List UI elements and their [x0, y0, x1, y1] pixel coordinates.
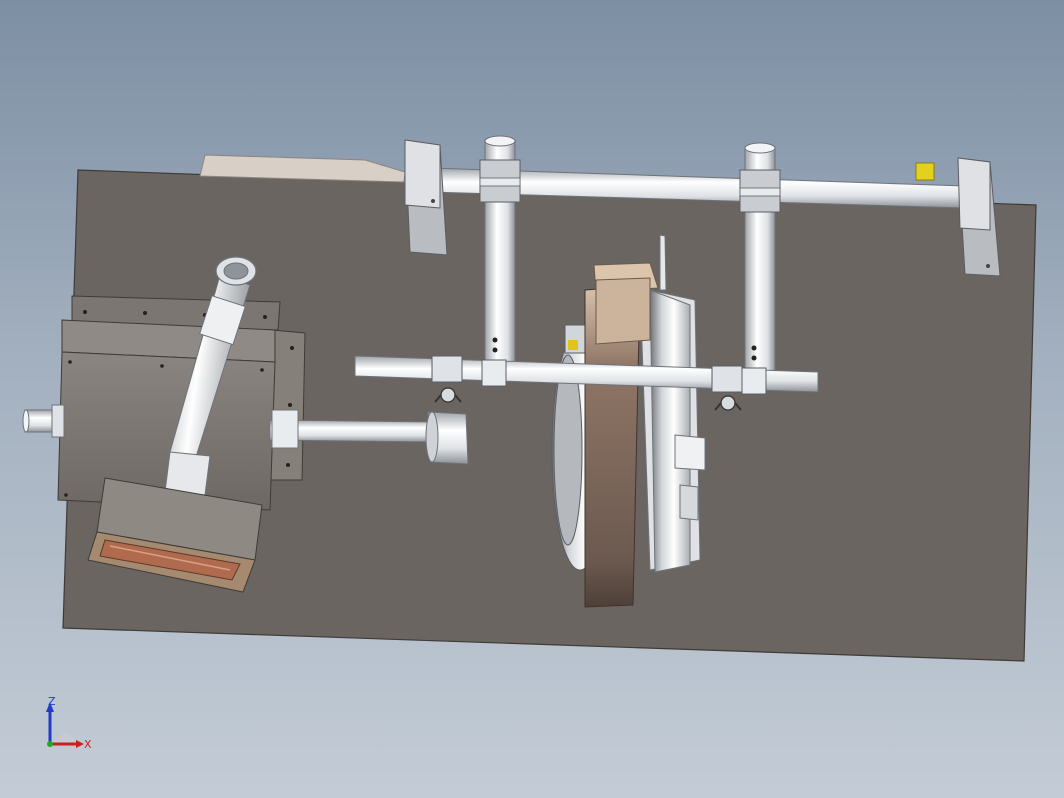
- x-axis-label: X: [84, 738, 92, 751]
- indicator-yellow: [915, 162, 935, 181]
- cad-viewport[interactable]: Z X: [0, 0, 1064, 798]
- coordinate-triad-icon: Z X: [46, 696, 92, 751]
- vertical-tube-left[interactable]: [479, 135, 521, 371]
- motor-housing[interactable]: [22, 295, 306, 511]
- z-axis-label: Z: [48, 696, 56, 708]
- cad-model[interactable]: [0, 0, 1064, 798]
- vertical-tube-right[interactable]: [739, 142, 781, 373]
